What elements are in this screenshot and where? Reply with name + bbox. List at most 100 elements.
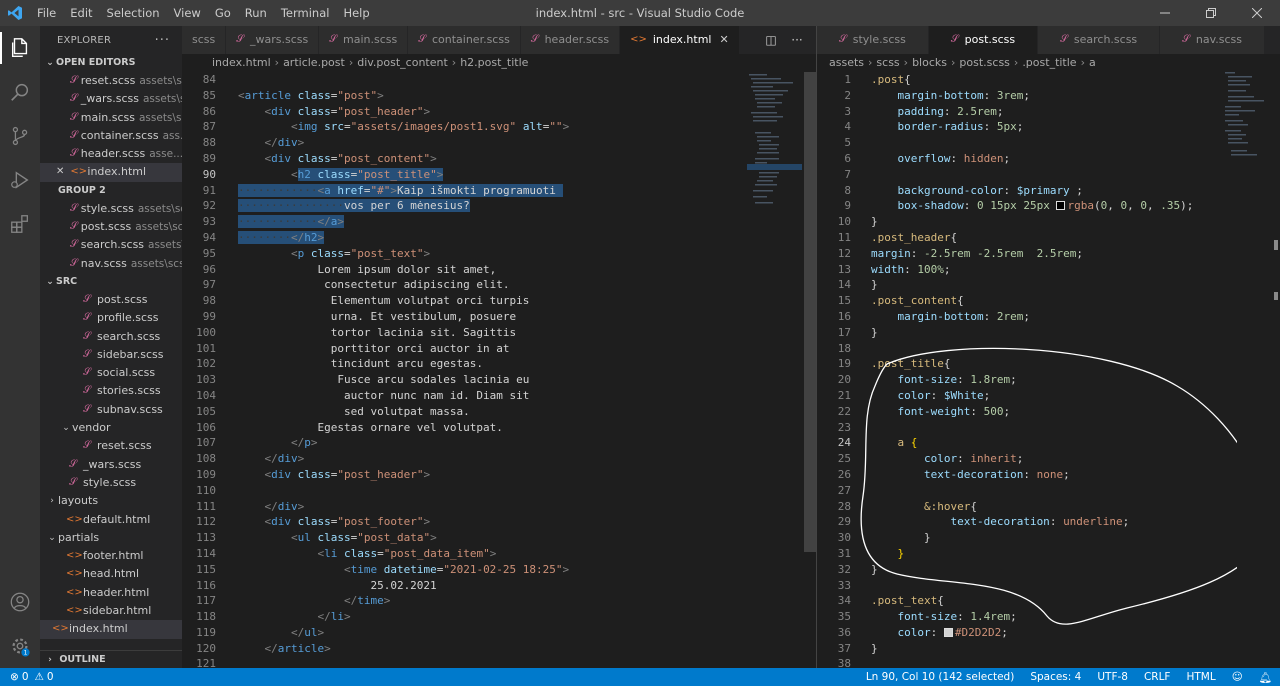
file-item[interactable]: 𝒮 _wars.scss: [40, 456, 182, 474]
code-line[interactable]: 112 <div class="post_footer">: [182, 514, 569, 530]
tab-header-scss[interactable]: 𝒮header.scss: [520, 26, 621, 54]
close-window-button[interactable]: [1234, 0, 1280, 26]
code-line[interactable]: 111 </div>: [182, 499, 569, 515]
extensions-icon[interactable]: [0, 202, 40, 246]
manage-gear-icon[interactable]: 1: [0, 624, 40, 668]
code-line[interactable]: 103 Fusce arcu sodales lacinia eu: [182, 372, 569, 388]
code-line[interactable]: 93 ············</a>: [182, 214, 569, 230]
code-line[interactable]: 3 padding: 2.5rem;: [817, 104, 1193, 120]
open-editor-item[interactable]: 𝒮_wars.scssassets\s...: [40, 90, 182, 108]
code-line[interactable]: 119 </ul>: [182, 625, 569, 641]
code-line[interactable]: 117 </time>: [182, 593, 569, 609]
code-line[interactable]: 17}: [817, 325, 1193, 341]
minimize-button[interactable]: [1142, 0, 1188, 26]
breadcrumb-item[interactable]: assets: [829, 54, 864, 72]
breadcrumb-item[interactable]: scss: [876, 54, 899, 72]
breadcrumb-item[interactable]: post.scss: [959, 54, 1010, 72]
menu-edit[interactable]: Edit: [63, 0, 99, 26]
code-line[interactable]: 16 margin-bottom: 2rem;: [817, 309, 1193, 325]
file-item[interactable]: <> header.html: [40, 584, 182, 602]
tab-search-scss[interactable]: 𝒮search.scss: [1038, 26, 1161, 54]
code-line[interactable]: 108 </div>: [182, 451, 569, 467]
code-line[interactable]: 2 margin-bottom: 3rem;: [817, 88, 1193, 104]
open-editor-item[interactable]: 𝒮reset.scssassets\s...: [40, 72, 182, 90]
code-line[interactable]: 9 box-shadow: 0 15px 25px rgba(0, 0, 0, …: [817, 198, 1193, 214]
tab-style-scss[interactable]: 𝒮style.scss: [817, 26, 929, 54]
tab-index-html[interactable]: <> index.html ✕: [620, 26, 740, 54]
code-line[interactable]: 12 margin: -2.5rem -2.5rem 2.5rem;: [817, 246, 1193, 262]
code-line[interactable]: 6 overflow: hidden;: [817, 151, 1193, 167]
code-line[interactable]: 100 tortor lacinia sit. Sagittis: [182, 325, 569, 341]
code-line[interactable]: 114 <li class="post_data_item">: [182, 546, 569, 562]
code-line[interactable]: 14}: [817, 277, 1193, 293]
folder-item[interactable]: › layouts: [40, 492, 182, 510]
code-line[interactable]: 98 Elementum volutpat orci turpis: [182, 293, 569, 309]
folder-item[interactable]: ⌄ vendor: [40, 419, 182, 437]
outline-section-header[interactable]: › OUTLINE: [40, 650, 182, 668]
file-item[interactable]: 𝒮style.scss: [40, 474, 182, 492]
code-line[interactable]: 5: [817, 135, 1193, 151]
open-editor-item[interactable]: 𝒮search.scssassets\...: [40, 236, 182, 254]
file-item[interactable]: <> head.html: [40, 565, 182, 583]
menu-file[interactable]: File: [30, 0, 63, 26]
search-icon[interactable]: [0, 70, 40, 114]
encoding[interactable]: UTF-8: [1097, 671, 1128, 683]
tab-scss[interactable]: scss: [182, 26, 227, 54]
file-item[interactable]: <> default.html: [40, 511, 182, 529]
breadcrumb-item[interactable]: .post_title: [1022, 54, 1076, 72]
split-editor-icon[interactable]: ◫: [758, 33, 784, 47]
code-line[interactable]: 113 <ul class="post_data">: [182, 530, 569, 546]
code-line[interactable]: 115 <time datetime="2021-02-25 18:25">: [182, 562, 569, 578]
tab--wars-scss[interactable]: 𝒮 _wars.scss: [226, 26, 320, 54]
code-line[interactable]: 8 background-color: $primary ;: [817, 183, 1193, 199]
editor-scrollbar[interactable]: [1268, 72, 1280, 668]
code-line[interactable]: 13 width: 100%;: [817, 262, 1193, 278]
explorer-icon[interactable]: [0, 26, 40, 70]
html-code-editor[interactable]: 84 85 <article class="post"> 86 <div class=…: [182, 72, 569, 672]
color-swatch[interactable]: [1056, 201, 1066, 211]
menu-go[interactable]: Go: [208, 0, 238, 26]
code-line[interactable]: 15 .post_content{: [817, 293, 1193, 309]
code-line[interactable]: 97 consectetur adipiscing elit.: [182, 277, 569, 293]
code-line[interactable]: 87 <img src="assets/images/post1.svg" al…: [182, 119, 569, 135]
feedback-icon[interactable]: ☺: [1232, 671, 1243, 683]
code-line[interactable]: 120 </article>: [182, 641, 569, 657]
menu-view[interactable]: View: [167, 0, 208, 26]
file-item[interactable]: <> footer.html: [40, 547, 182, 565]
source-control-icon[interactable]: [0, 114, 40, 158]
code-line[interactable]: 106 Egestas ornare vel volutpat.: [182, 420, 569, 436]
code-line[interactable]: 92 ················vos per 6 mėnesius?: [182, 198, 569, 214]
restore-button[interactable]: [1188, 0, 1234, 26]
file-item[interactable]: 𝒮social.scss: [40, 364, 182, 382]
editor-scrollbar[interactable]: [804, 72, 816, 668]
file-item[interactable]: 𝒮profile.scss: [40, 309, 182, 327]
code-line[interactable]: 94 ········</h2>: [182, 230, 569, 246]
code-line[interactable]: 10}: [817, 214, 1193, 230]
code-line[interactable]: 86 <div class="post_header">: [182, 104, 569, 120]
more-actions-icon[interactable]: ···: [155, 33, 170, 48]
code-line[interactable]: 4 border-radius: 5px;: [817, 119, 1193, 135]
open-editor-item[interactable]: 𝒮style.scssassets\scss: [40, 200, 182, 218]
open-editor-item[interactable]: 𝒮post.scssassets\sc...: [40, 218, 182, 236]
tab-main-scss[interactable]: 𝒮main.scss: [319, 26, 409, 54]
code-line[interactable]: 88 </div>: [182, 135, 569, 151]
code-line[interactable]: 99 urna. Et vestibulum, posuere: [182, 309, 569, 325]
file-item[interactable]: 𝒮search.scss: [40, 328, 182, 346]
errors-icon[interactable]: ⊗: [10, 671, 19, 683]
file-item[interactable]: 𝒮sidebar.scss: [40, 346, 182, 364]
notifications-bell-icon[interactable]: 🔔︎: [1259, 671, 1272, 684]
code-line[interactable]: 11 .post_header{: [817, 230, 1193, 246]
code-line[interactable]: 105 sed volutpat massa.: [182, 404, 569, 420]
file-item[interactable]: 𝒮stories.scss: [40, 382, 182, 400]
menu-terminal[interactable]: Terminal: [274, 0, 337, 26]
errors-count[interactable]: 0: [22, 671, 29, 683]
code-line[interactable]: 107 </p>: [182, 435, 569, 451]
code-line[interactable]: 37}: [817, 641, 1193, 657]
code-line[interactable]: 90 <h2 class="post_title">: [182, 167, 569, 183]
file-item[interactable]: 𝒮post.scss: [40, 291, 182, 309]
open-editor-item[interactable]: 𝒮main.scssassets\s...: [40, 109, 182, 127]
code-line[interactable]: 101 porttitor orci auctor in at: [182, 341, 569, 357]
code-line[interactable]: 104 auctor nunc nam id. Diam sit: [182, 388, 569, 404]
folder-item[interactable]: ⌄ partials: [40, 529, 182, 547]
breadcrumb-item[interactable]: a: [1089, 54, 1096, 72]
